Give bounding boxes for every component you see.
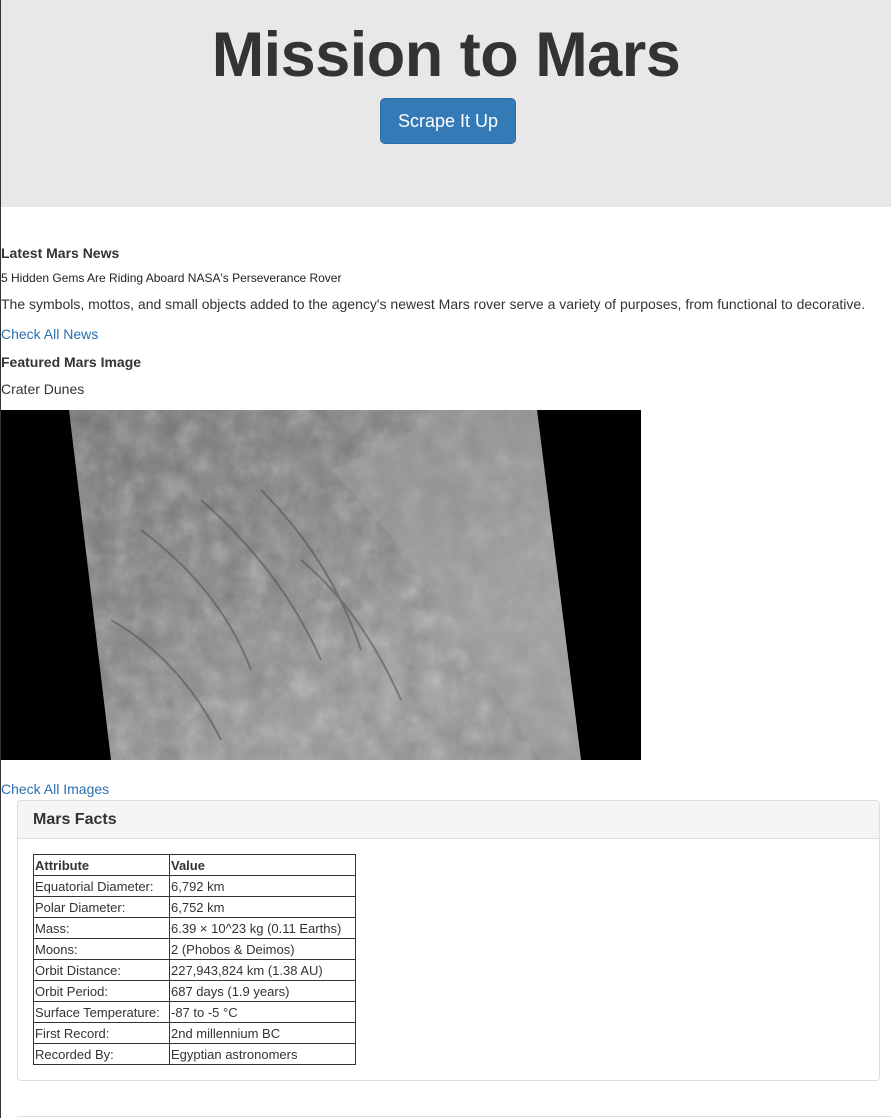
attribute-cell: Moons: bbox=[33, 938, 170, 960]
featured-mars-image bbox=[1, 410, 641, 760]
attribute-cell: First Record: bbox=[33, 1022, 170, 1044]
attribute-cell: Mass: bbox=[33, 917, 170, 939]
table-header-row: Attribute Value bbox=[33, 854, 356, 876]
scrape-button[interactable]: Scrape It Up bbox=[380, 98, 516, 144]
table-row: Orbit Period: 687 days (1.9 years) bbox=[33, 980, 356, 1002]
mars-facts-panel: Mars Facts Attribute Value Equatorial Di… bbox=[17, 800, 880, 1081]
check-all-images-link[interactable]: Check All Images bbox=[1, 781, 109, 797]
column-header-attribute: Attribute bbox=[33, 854, 170, 876]
attribute-cell: Orbit Distance: bbox=[33, 959, 170, 981]
value-cell: 6,792 km bbox=[169, 875, 356, 897]
table-row: Equatorial Diameter: 6,792 km bbox=[33, 875, 356, 897]
table-row: Mass: 6.39 × 10^23 kg (0.11 Earths) bbox=[33, 917, 356, 939]
attribute-cell: Equatorial Diameter: bbox=[33, 875, 170, 897]
table-row: First Record: 2nd millennium BC bbox=[33, 1022, 356, 1044]
table-row: Recorded By: Egyptian astronomers bbox=[33, 1043, 356, 1065]
attribute-cell: Polar Diameter: bbox=[33, 896, 170, 918]
value-cell: 6.39 × 10^23 kg (0.11 Earths) bbox=[169, 917, 356, 939]
table-row: Surface Temperature: -87 to -5 °C bbox=[33, 1001, 356, 1023]
mars-facts-table: Attribute Value Equatorial Diameter: 6,7… bbox=[33, 854, 356, 1065]
news-paragraph: The symbols, mottos, and small objects a… bbox=[1, 296, 866, 312]
attribute-cell: Surface Temperature: bbox=[33, 1001, 170, 1023]
jumbotron-header: Mission to Mars Scrape It Up bbox=[1, 0, 891, 207]
value-cell: -87 to -5 °C bbox=[169, 1001, 356, 1023]
table-row: Polar Diameter: 6,752 km bbox=[33, 896, 356, 918]
value-cell: 6,752 km bbox=[169, 896, 356, 918]
table-row: Orbit Distance: 227,943,824 km (1.38 AU) bbox=[33, 959, 356, 981]
value-cell: 2nd millennium BC bbox=[169, 1022, 356, 1044]
value-cell: 687 days (1.9 years) bbox=[169, 980, 356, 1002]
value-cell: 227,943,824 km (1.38 AU) bbox=[169, 959, 356, 981]
page: Mission to Mars Scrape It Up Latest Mars… bbox=[0, 0, 891, 1118]
featured-image-title: Crater Dunes bbox=[1, 381, 85, 397]
page-title: Mission to Mars bbox=[211, 20, 681, 90]
check-all-news-link[interactable]: Check All News bbox=[1, 326, 98, 342]
value-cell: 2 (Phobos & Deimos) bbox=[169, 938, 356, 960]
attribute-cell: Orbit Period: bbox=[33, 980, 170, 1002]
news-heading: Latest Mars News bbox=[1, 245, 120, 261]
value-cell: Egyptian astronomers bbox=[169, 1043, 356, 1065]
mars-facts-heading: Mars Facts bbox=[18, 801, 879, 839]
column-header-value: Value bbox=[169, 854, 356, 876]
table-row: Moons: 2 (Phobos & Deimos) bbox=[33, 938, 356, 960]
footer-divider bbox=[17, 1116, 891, 1117]
attribute-cell: Recorded By: bbox=[33, 1043, 170, 1065]
news-title: 5 Hidden Gems Are Riding Aboard NASA's P… bbox=[1, 271, 342, 285]
featured-image-heading: Featured Mars Image bbox=[1, 354, 142, 370]
